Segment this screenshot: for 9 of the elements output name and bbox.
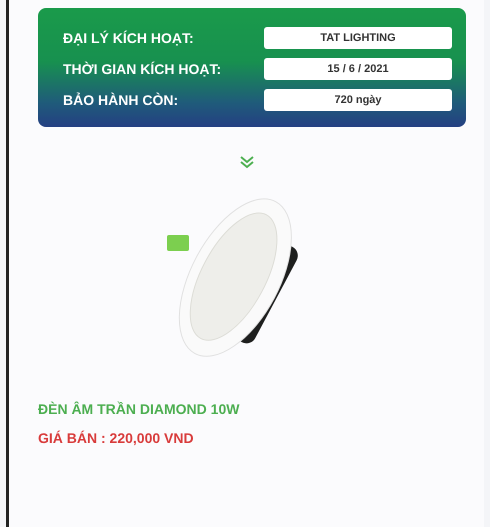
product-price: GIÁ BÁN : 220,000 VND bbox=[38, 430, 195, 446]
field-label: BẢO HÀNH CÒN: bbox=[63, 92, 178, 108]
double-chevron-down-icon[interactable] bbox=[239, 155, 255, 169]
value-field: TAT LIGHTING bbox=[264, 27, 452, 49]
field-label: THỜI GIAN KÍCH HOẠT: bbox=[63, 61, 222, 77]
product-name: ĐÈN ÂM TRẦN DIAMOND 10W bbox=[38, 401, 240, 417]
value-field: 15 / 6 / 2021 bbox=[264, 58, 452, 80]
field-label: ĐẠI LÝ KÍCH HOẠT: bbox=[63, 30, 194, 46]
value-field: 720 ngày bbox=[264, 89, 452, 111]
